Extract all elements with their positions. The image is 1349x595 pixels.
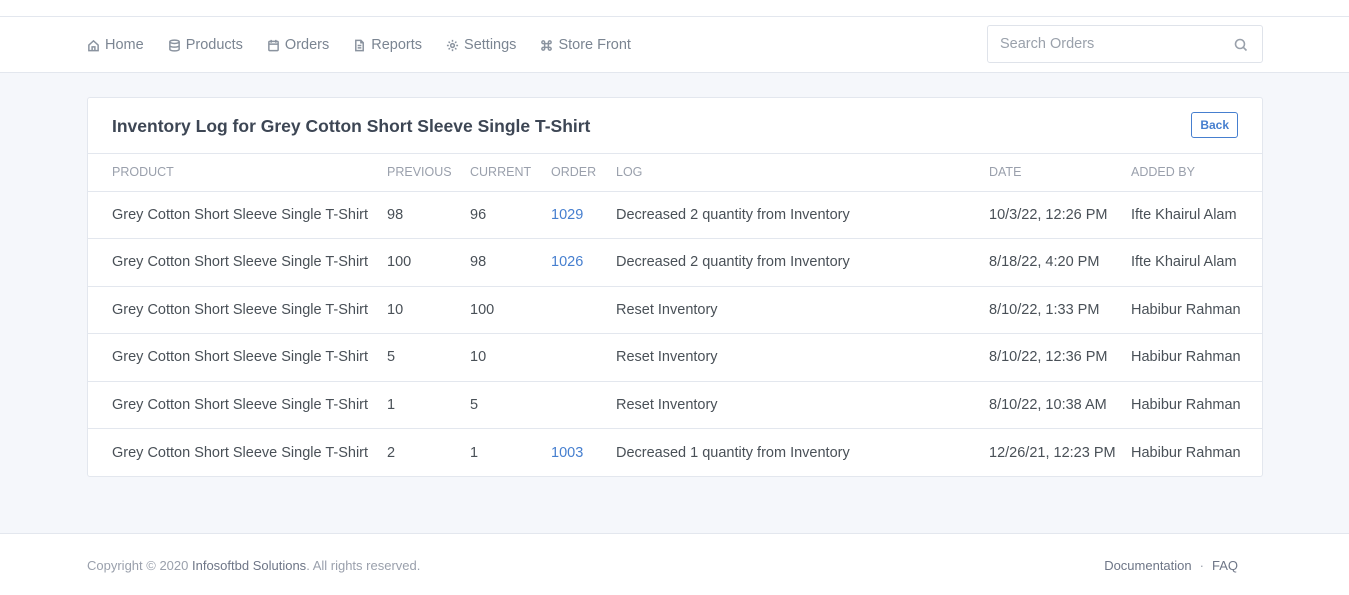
gear-icon <box>446 39 459 51</box>
search-icon[interactable] <box>1234 38 1248 52</box>
nav-item-label: Products <box>185 37 243 53</box>
cell-product: Grey Cotton Short Sleeve Single T-Shirt <box>88 381 387 429</box>
cell-date: 10/3/22, 12:26 PM <box>989 191 1131 239</box>
cell-order: 1029 <box>551 191 616 239</box>
cell-previous: 2 <box>387 444 396 461</box>
nav-item-settings[interactable]: Settings <box>446 37 516 53</box>
table-row: Grey Cotton Short Sleeve Single T-Shirt … <box>88 238 1262 287</box>
nav-item-products[interactable]: Products <box>168 37 243 53</box>
nav-item-label: Settings <box>464 37 517 53</box>
cell-log: Decreased 2 quantity from Inventory <box>616 238 989 287</box>
database-icon <box>168 38 180 52</box>
cell-added-by: Ifte Khairul Alam <box>1131 191 1262 239</box>
company-link[interactable]: Infosoftbd Solutions <box>192 558 306 573</box>
footer-links: Documentation · FAQ <box>1104 558 1238 573</box>
column-header-added-by: ADDED BY <box>1131 154 1262 192</box>
nav-item-label: Reports <box>371 37 423 53</box>
table-row: Grey Cotton Short Sleeve Single T-Shirt … <box>88 191 1262 239</box>
column-header-log: LOG <box>616 154 989 192</box>
file-icon <box>355 39 365 51</box>
table-header-row: PRODUCT PREVIOUS CURRENT ORDER LOG DATE … <box>88 154 1262 192</box>
inventory-log-table: PRODUCT PREVIOUS CURRENT ORDER LOG DATE … <box>88 154 1262 476</box>
table-row: Grey Cotton Short Sleeve Single T-Shirt … <box>88 381 1262 429</box>
cell-added-by: Ifte Khairul Alam <box>1131 238 1262 287</box>
command-icon <box>541 39 553 51</box>
copyright-prefix: Copyright © 2020 <box>87 558 192 573</box>
page-title: Inventory Log for Grey Cotton Short Slee… <box>112 116 591 136</box>
cell-added-by: Habibur Rahman <box>1131 286 1262 334</box>
nav-item-reports[interactable]: Reports <box>353 37 422 53</box>
cell-date: 8/10/22, 10:38 AM <box>989 381 1131 429</box>
home-icon <box>88 39 99 51</box>
cell-log: Decreased 1 quantity from Inventory <box>616 444 850 461</box>
table-row: Grey Cotton Short Sleeve Single T-Shirt … <box>88 333 1262 382</box>
nav-item-label: Home <box>105 37 144 53</box>
order-link[interactable]: 1026 <box>551 254 583 270</box>
column-header-previous: PREVIOUS <box>387 154 470 192</box>
cell-current: 98 <box>470 238 551 287</box>
cell-product: Grey Cotton Short Sleeve Single T-Shirt <box>88 333 387 382</box>
nav-item-label: Store Front <box>558 37 631 53</box>
cell-date: 8/10/22, 1:33 PM <box>989 286 1131 334</box>
cell-current: 100 <box>470 286 551 334</box>
cell-order <box>551 286 616 334</box>
column-header-date: DATE <box>989 154 1131 192</box>
copyright-text: Copyright © 2020 Infosoftbd Solutions. A… <box>87 558 420 573</box>
footer-separator: · <box>1199 558 1204 573</box>
column-header-product: PRODUCT <box>88 154 387 192</box>
cell-previous: 1 <box>387 381 470 429</box>
cell-current: 96 <box>470 191 551 239</box>
cell-log: Decreased 2 quantity from Inventory <box>616 191 989 239</box>
cell-product: Grey Cotton Short Sleeve Single T-Shirt <box>88 191 387 239</box>
table-row: Grey Cotton Short Sleeve Single T-Shirt … <box>88 286 1262 334</box>
cell-product: Grey Cotton Short Sleeve Single T-Shirt <box>112 444 369 461</box>
cell-previous: 5 <box>387 333 470 382</box>
search-input[interactable] <box>1000 26 1230 62</box>
cell-current: 10 <box>470 333 551 382</box>
back-button[interactable]: Back <box>1191 112 1238 138</box>
nav-item-orders[interactable]: Orders <box>267 37 329 53</box>
copyright-suffix: . All rights reserved. <box>306 558 421 573</box>
cell-product: Grey Cotton Short Sleeve Single T-Shirt <box>88 238 387 287</box>
cell-log: Reset Inventory <box>616 381 989 429</box>
cell-log: Reset Inventory <box>616 286 989 334</box>
cell-current: 1 <box>470 444 479 461</box>
nav-item-store-front[interactable]: Store Front <box>540 37 631 53</box>
navbar: Home Products Orders Reports Settings St… <box>0 17 1349 73</box>
nav-item-home[interactable]: Home <box>87 37 144 53</box>
cell-log: Reset Inventory <box>616 333 989 382</box>
footer: Copyright © 2020 Infosoftbd Solutions. A… <box>0 533 1349 595</box>
cell-order: 1026 <box>551 238 616 287</box>
cell-previous: 10 <box>387 286 470 334</box>
cell-added-by: Habibur Rahman <box>1131 444 1241 461</box>
cell-added-by: Habibur Rahman <box>1131 333 1262 382</box>
cell-previous: 100 <box>387 238 470 287</box>
cell-product: Grey Cotton Short Sleeve Single T-Shirt <box>88 286 387 334</box>
order-link[interactable]: 1003 <box>551 445 583 461</box>
cell-order: 1003 <box>551 429 616 477</box>
cell-date: 8/10/22, 12:36 PM <box>989 333 1131 382</box>
card-header: Inventory Log for Grey Cotton Short Slee… <box>88 98 1262 154</box>
search-box <box>987 25 1263 63</box>
nav-menu: Home Products Orders Reports Settings St… <box>87 17 631 73</box>
order-link[interactable]: 1029 <box>551 207 583 223</box>
cell-date: 8/18/22, 4:20 PM <box>989 238 1131 287</box>
cell-order <box>551 333 616 382</box>
cell-added-by: Habibur Rahman <box>1131 381 1262 429</box>
cell-order <box>551 381 616 429</box>
cell-current: 5 <box>470 381 551 429</box>
column-header-current: CURRENT <box>470 154 551 192</box>
column-header-order: ORDER <box>551 154 616 192</box>
documentation-link[interactable]: Documentation <box>1104 558 1191 573</box>
table-row: Grey Cotton Short Sleeve Single T-Shirt … <box>88 429 1262 477</box>
faq-link[interactable]: FAQ <box>1212 558 1238 573</box>
top-strip <box>0 0 1349 17</box>
cell-date: 12/26/21, 12:23 PM <box>989 444 1116 461</box>
calendar-icon <box>268 39 279 51</box>
inventory-log-card: Inventory Log for Grey Cotton Short Slee… <box>87 97 1263 477</box>
nav-item-label: Orders <box>284 37 330 53</box>
cell-previous: 98 <box>387 191 470 239</box>
